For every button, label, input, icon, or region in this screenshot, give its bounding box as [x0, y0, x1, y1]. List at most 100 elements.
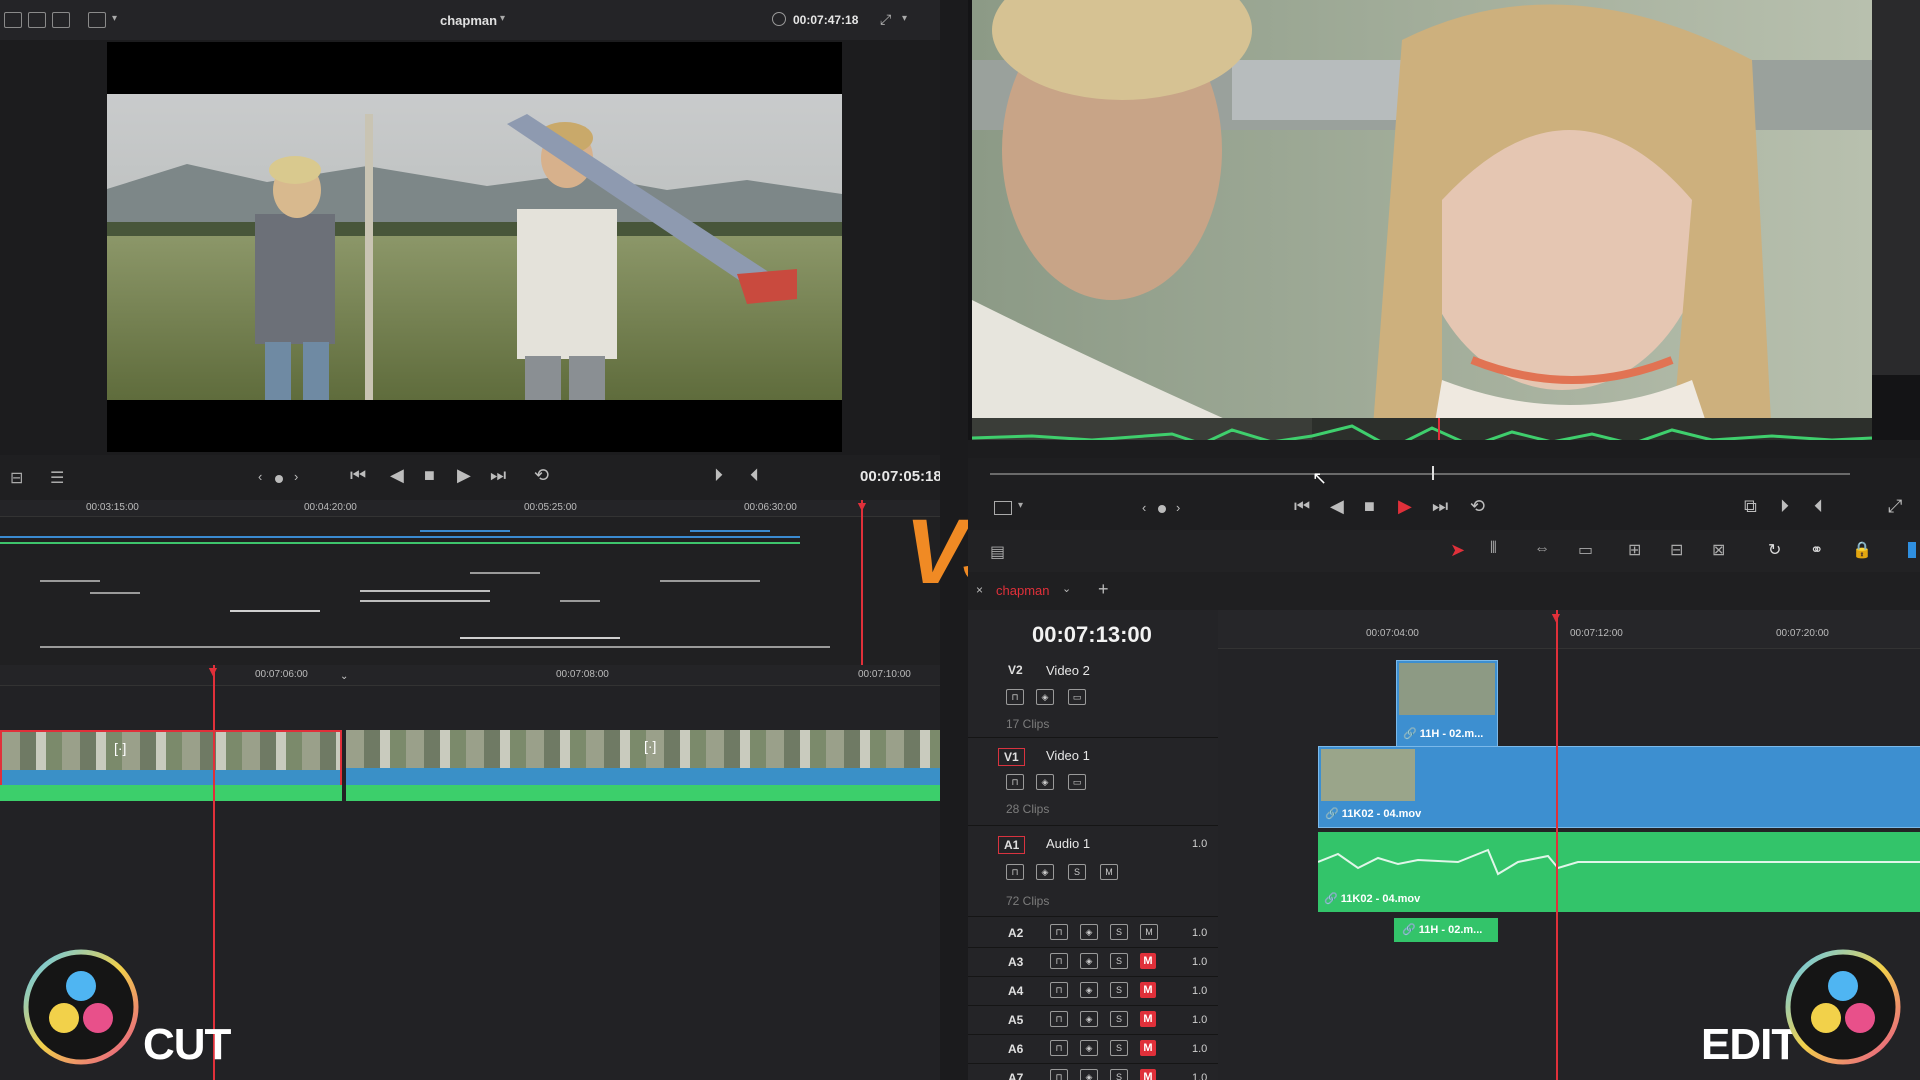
insert-clip-icon[interactable]: ⊞: [1628, 540, 1641, 560]
replace-clip-icon[interactable]: ⊠: [1712, 540, 1725, 560]
track-header-a3[interactable]: A3 ⊓ ◈ S M 1.0: [968, 947, 1218, 977]
overwrite-clip-icon[interactable]: ⊟: [1670, 540, 1683, 560]
lock-icon[interactable]: ⊓: [1050, 982, 1068, 998]
blade-tool-icon[interactable]: ▭: [1578, 540, 1593, 560]
selection-tool-icon[interactable]: ➤: [1450, 540, 1465, 561]
track-header-a2[interactable]: A2 ⊓ ◈ S M 1.0: [968, 918, 1218, 948]
viewer-scrub-bar[interactable]: ↖: [968, 458, 1920, 488]
go-to-end-icon[interactable]: ⏭: [490, 465, 506, 486]
mute-button[interactable]: M: [1100, 864, 1118, 880]
track-tag[interactable]: A6: [1008, 1042, 1023, 1056]
lock-icon[interactable]: ⊓: [1050, 1011, 1068, 1027]
timeline-ruler[interactable]: 00:07:04:00 00:07:12:00 00:07:20:00: [1218, 610, 1920, 649]
mute-button-active[interactable]: M: [1140, 1069, 1156, 1080]
transition-icon[interactable]: [·]: [114, 740, 126, 756]
track-tag[interactable]: A4: [1008, 984, 1023, 998]
solo-button[interactable]: S: [1110, 982, 1128, 998]
track-tag[interactable]: V1: [998, 748, 1025, 766]
audio-clip-a1[interactable]: 🔗 11K02 - 04.mov: [1318, 832, 1920, 912]
mark-out-icon[interactable]: ⏴: [750, 465, 759, 486]
play-icon[interactable]: ▶: [1398, 496, 1412, 517]
track-name[interactable]: Video 2: [1046, 663, 1090, 678]
tools-icon[interactable]: ⊟: [10, 468, 23, 488]
upper-timeline-overview[interactable]: 00:03:15:00 00:04:20:00 00:05:25:00 00:0…: [0, 500, 940, 665]
lock-icon[interactable]: ⊓: [1050, 953, 1068, 969]
track-tag[interactable]: A5: [1008, 1013, 1023, 1027]
mute-button-active[interactable]: M: [1140, 1040, 1156, 1056]
auto-select-icon[interactable]: ◈: [1080, 924, 1098, 940]
loop-icon[interactable]: ⟲: [534, 465, 549, 486]
scrub-handle[interactable]: [1432, 466, 1434, 480]
track-header-a1[interactable]: A1 Audio 1 1.0 ⊓ ◈ S M 72 Clips: [968, 828, 1218, 917]
track-header-v2[interactable]: V2 Video 2 ⊓ ◈ ▭ 17 Clips: [968, 655, 1218, 738]
track-output-icon[interactable]: ▭: [1068, 774, 1086, 790]
jog-dot-icon[interactable]: [275, 475, 283, 483]
auto-select-icon[interactable]: ◈: [1080, 982, 1098, 998]
track-header-a6[interactable]: A6 ⊓ ◈ S M 1.0: [968, 1034, 1218, 1064]
chevron-down-icon[interactable]: ⌄: [340, 671, 348, 682]
lock-icon[interactable]: ⊓: [1006, 864, 1024, 880]
solo-button[interactable]: S: [1110, 924, 1128, 940]
add-timeline-icon[interactable]: +: [1098, 579, 1109, 600]
track-header-a4[interactable]: A4 ⊓ ◈ S M 1.0: [968, 976, 1218, 1006]
mark-out-icon[interactable]: ⏴: [1814, 496, 1823, 517]
loop-icon[interactable]: ⟲: [1470, 496, 1485, 517]
match-frame-icon[interactable]: ⧉: [1744, 496, 1757, 517]
lock-icon[interactable]: ⊓: [1050, 924, 1068, 940]
track-header-a7[interactable]: A7 ⊓ ◈ S M 1.0: [968, 1063, 1218, 1080]
trim-tool-icon[interactable]: ⫴: [1490, 540, 1497, 558]
lock-icon[interactable]: ⊓: [1006, 689, 1024, 705]
mark-in-icon[interactable]: ⏵: [1780, 496, 1789, 517]
link-icon[interactable]: ⚭: [1810, 540, 1823, 560]
upper-ruler[interactable]: 00:03:15:00 00:04:20:00 00:05:25:00 00:0…: [0, 500, 940, 517]
auto-select-icon[interactable]: ◈: [1080, 1040, 1098, 1056]
chevron-down-icon[interactable]: ▾: [1018, 500, 1023, 511]
playhead-marker-icon[interactable]: ▼: [1549, 610, 1563, 625]
jog-left-icon[interactable]: ‹: [1142, 500, 1146, 515]
solo-button[interactable]: S: [1110, 953, 1128, 969]
video-clip-v1[interactable]: 🔗 11K02 - 04.mov: [1318, 746, 1920, 828]
upper-playhead[interactable]: [861, 500, 863, 665]
transition-icon[interactable]: [·]: [644, 738, 656, 754]
track-tag[interactable]: A3: [1008, 955, 1023, 969]
video-clip-v2[interactable]: 🔗 11H - 02.m...: [1396, 660, 1498, 748]
close-tab-icon[interactable]: ×: [976, 583, 983, 597]
lower-playhead[interactable]: [213, 665, 215, 1080]
edit-viewer[interactable]: [968, 0, 1920, 440]
snapping-icon[interactable]: ↻: [1768, 540, 1781, 560]
timeline-name[interactable]: chapman: [440, 13, 497, 28]
auto-select-icon[interactable]: ◈: [1036, 689, 1054, 705]
fullscreen-icon[interactable]: ⤢: [1888, 496, 1902, 517]
chevron-down-icon[interactable]: ⌄: [1062, 582, 1071, 595]
solo-button[interactable]: S: [1110, 1040, 1128, 1056]
jog-right-icon[interactable]: ›: [294, 469, 298, 484]
track-tag[interactable]: A2: [1008, 926, 1023, 940]
timeline-playhead[interactable]: [1556, 610, 1558, 1080]
lock-icon[interactable]: ⊓: [1006, 774, 1024, 790]
stop-icon[interactable]: ■: [1364, 496, 1375, 517]
solo-button[interactable]: S: [1068, 864, 1086, 880]
play-icon[interactable]: ▶: [457, 465, 471, 486]
stop-icon[interactable]: ■: [424, 465, 435, 486]
chevron-down-icon[interactable]: ▾: [500, 13, 505, 24]
jog-left-icon[interactable]: ‹: [258, 469, 262, 484]
mute-button[interactable]: M: [1140, 924, 1158, 940]
playhead-marker-icon[interactable]: ▼: [855, 500, 869, 514]
dynamic-trim-icon[interactable]: ⇔: [1534, 540, 1550, 558]
go-to-start-icon[interactable]: ⏮: [350, 465, 366, 486]
video-clip-selected[interactable]: [·]: [0, 730, 342, 792]
video-clip[interactable]: [·]: [346, 730, 940, 792]
mark-in-icon[interactable]: ⏵: [714, 465, 723, 486]
track-tag[interactable]: A1: [998, 836, 1026, 854]
play-reverse-icon[interactable]: ◀: [1330, 496, 1344, 517]
flag-icon[interactable]: [1908, 542, 1916, 558]
lock-icon[interactable]: ⊓: [1050, 1040, 1068, 1056]
settings-sliders-icon[interactable]: ☰: [50, 468, 64, 488]
solo-button[interactable]: S: [1110, 1011, 1128, 1027]
audio-clip-a2[interactable]: 🔗 11H - 02.m...: [1394, 918, 1498, 942]
chevron-down-icon[interactable]: ▾: [902, 13, 907, 24]
source-tape-icon[interactable]: [52, 12, 70, 28]
track-tag[interactable]: A7: [1008, 1071, 1023, 1080]
track-name[interactable]: Video 1: [1046, 748, 1090, 763]
mute-button-active[interactable]: M: [1140, 1011, 1156, 1027]
